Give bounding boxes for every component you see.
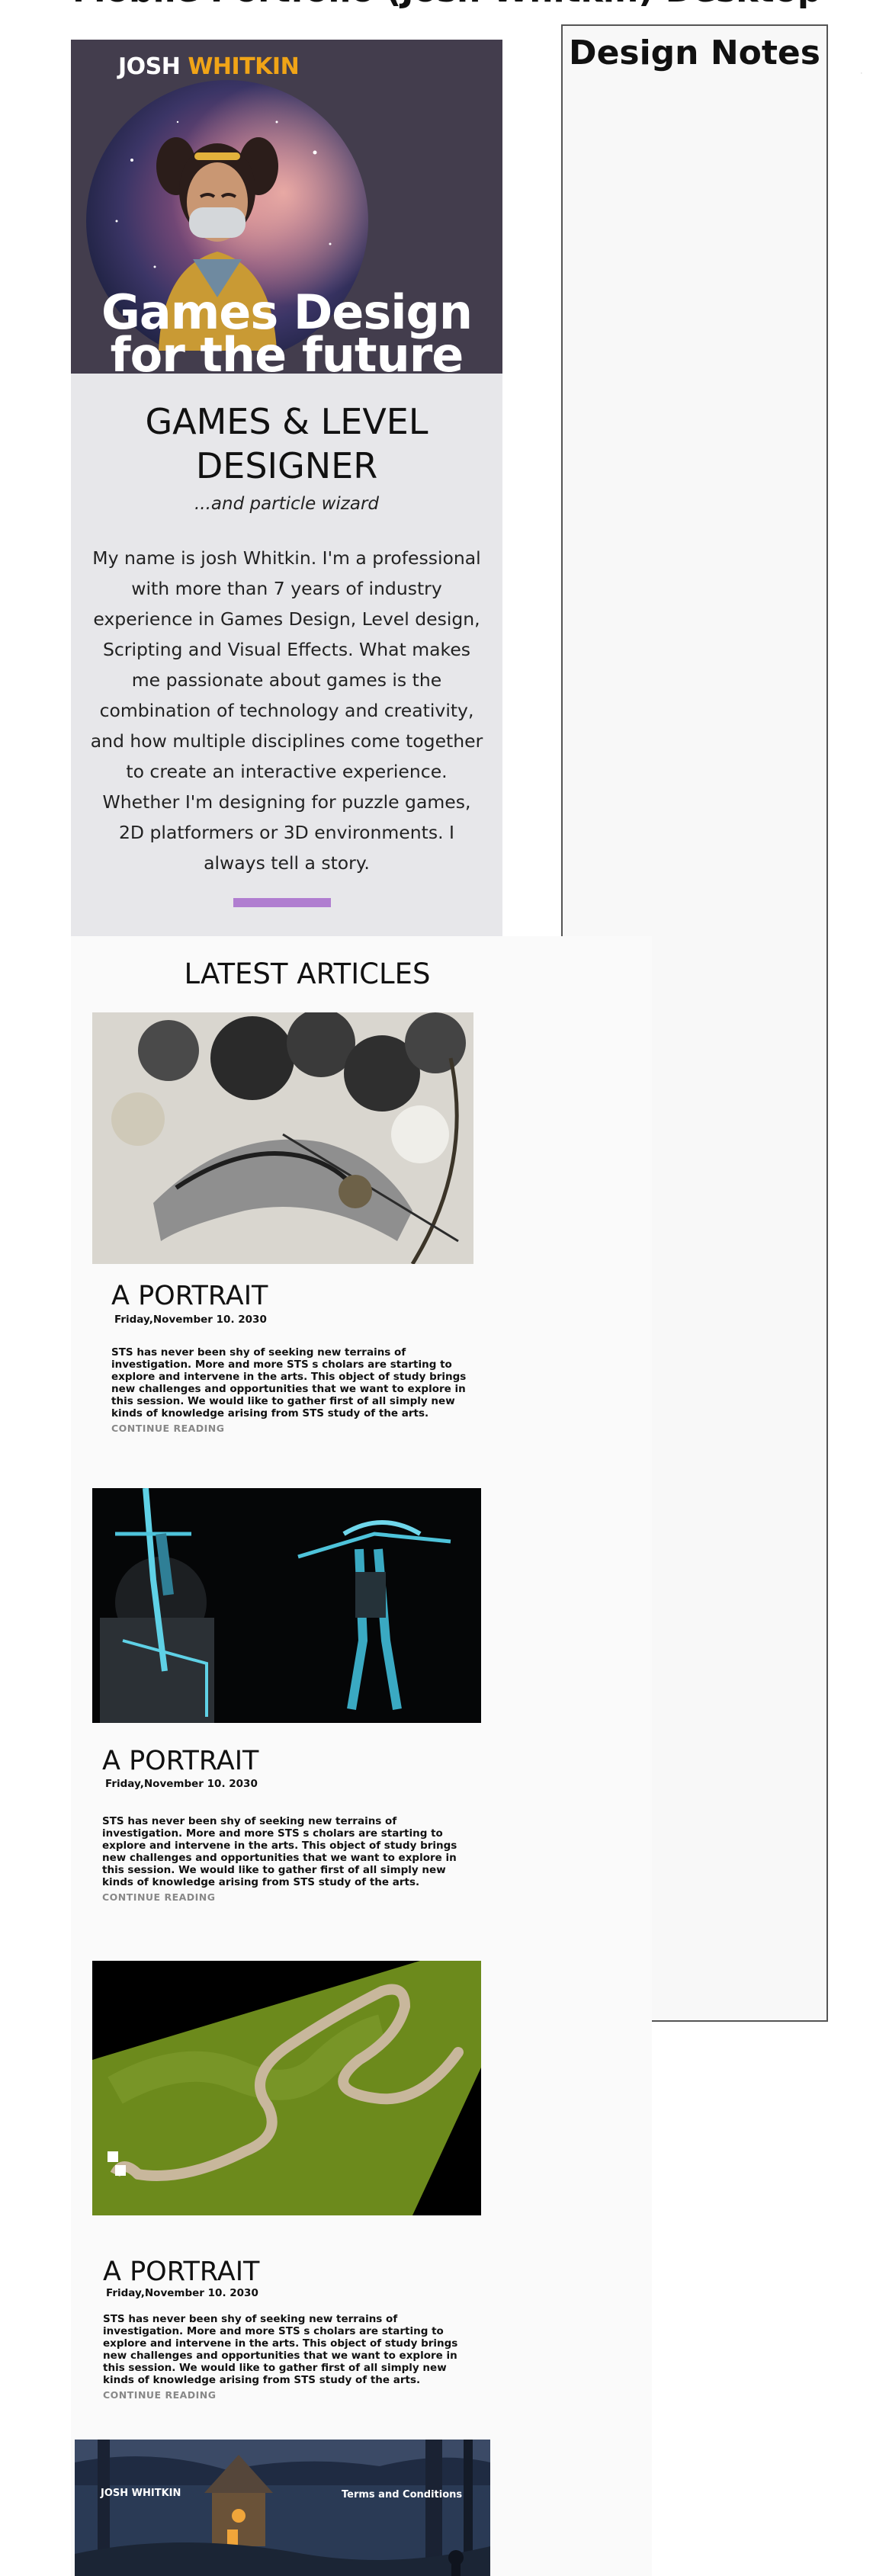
logo-last-name: WHITKIN [188, 53, 300, 80]
article-card: A PORTRAIT Friday,November 10. 2030 STS … [92, 1961, 542, 2418]
article-image-robots[interactable] [92, 1488, 481, 1723]
article-date: Friday,November 10. 2030 [106, 2287, 258, 2299]
articles-heading: LATEST ARTICLES [184, 958, 431, 990]
continue-reading-link[interactable]: CONTINUE READING [111, 1423, 225, 1434]
edge-marker: · [860, 69, 863, 78]
continue-reading-link[interactable]: CONTINUE READING [102, 1891, 216, 1903]
article-image-archer[interactable] [92, 1012, 473, 1264]
article-excerpt: STS has never been shy of seeking new te… [111, 1346, 467, 1420]
latest-articles-section: LATEST ARTICLES A PORTRAIT Friday,Novemb… [71, 936, 652, 2576]
accent-divider [233, 898, 331, 907]
footer-forest-illustration [75, 2440, 490, 2576]
article-title[interactable]: A PORTRAIT [102, 1746, 258, 1776]
site-footer: JOSH WHITKIN Terms and Conditions [75, 2440, 490, 2576]
role-title: GAMES & LEVEL DESIGNER [145, 401, 428, 486]
article-title[interactable]: A PORTRAIT [103, 2257, 259, 2287]
design-notes-title: Design Notes [569, 34, 820, 72]
hero-headline: Games Design for the future [101, 284, 473, 374]
article-excerpt: STS has never been shy of seeking new te… [103, 2313, 458, 2386]
article-date: Friday,November 10. 2030 [114, 1314, 267, 1326]
role-subtitle: ...and particle wizard [194, 494, 379, 514]
article-excerpt: STS has never been shy of seeking new te… [102, 1815, 457, 1888]
page-title: Mobile Portfolio (Josh Whitkin) Desktop [72, 0, 821, 10]
logo-first-name: JOSH [118, 53, 181, 80]
hero-banner: JOSH WHITKIN Games Design for the future [71, 40, 502, 374]
terms-link[interactable]: Terms and Conditions [342, 2489, 462, 2501]
article-date: Friday,November 10. 2030 [105, 1778, 258, 1790]
article-image-racetrack[interactable] [92, 1961, 481, 2215]
article-card: A PORTRAIT Friday,November 10. 2030 STS … [92, 1012, 542, 1470]
bio-text: My name is josh Whitkin. I'm a professio… [90, 547, 483, 874]
continue-reading-link[interactable]: CONTINUE READING [103, 2389, 217, 2401]
article-card: A PORTRAIT Friday,November 10. 2030 STS … [92, 1488, 542, 1946]
footer-brand[interactable]: JOSH WHITKIN [101, 2488, 181, 2499]
site-logo[interactable]: JOSH WHITKIN [118, 53, 300, 80]
intro-section: GAMES & LEVEL DESIGNER ...and particle w… [71, 374, 502, 945]
article-title[interactable]: A PORTRAIT [111, 1281, 268, 1311]
